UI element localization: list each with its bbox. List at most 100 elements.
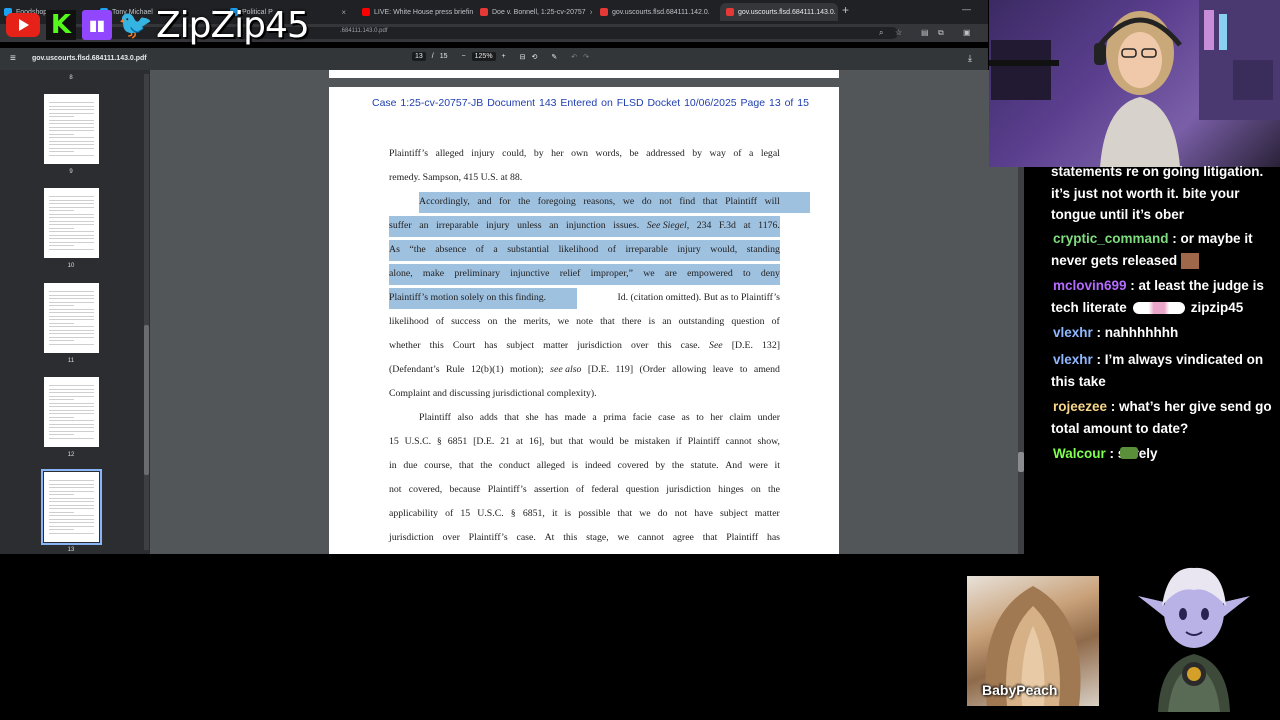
emote-label: zipzip45 (1190, 299, 1244, 315)
page-thumbnail[interactable] (44, 283, 99, 353)
chat-username[interactable]: mclovin699 (1053, 278, 1127, 293)
puzzle-icon[interactable]: ⧉ (938, 28, 944, 38)
page-word: Plaintiff (687, 436, 720, 447)
thumbnail-text-line (49, 130, 94, 131)
hamburger-menu-icon[interactable]: ≡ (10, 53, 16, 64)
page-word: 6851, (522, 508, 545, 519)
thumbnail-text-line (49, 322, 74, 324)
chat-message: vlexhr : I’m always vindicated on this t… (1051, 349, 1273, 392)
chat-username[interactable]: vlexhr (1053, 352, 1093, 367)
page-word: that (702, 532, 718, 543)
thumbnail-text-line (49, 102, 94, 103)
page-word: See (709, 340, 723, 351)
thumbnail-text-line (49, 199, 94, 201)
page-word: Plaintiff (726, 532, 759, 543)
page-word: her (551, 148, 564, 159)
zoom-level[interactable]: 125% (471, 52, 496, 61)
page-word: improper,” (590, 268, 633, 279)
thumbnail-text-line (49, 402, 94, 404)
page-word: be (629, 148, 639, 159)
page-word: has (766, 532, 780, 543)
page-word: F.3d (719, 220, 736, 231)
page-word: cannot (725, 436, 752, 447)
page-thumbnail[interactable] (44, 94, 99, 164)
extension-icon[interactable]: ▤ (921, 28, 929, 37)
page-word: preliminary (454, 268, 501, 279)
page-word: to (739, 364, 748, 375)
zoom-icon[interactable]: ⌕ (879, 28, 883, 38)
page-word: that (458, 460, 474, 471)
close-tab-icon[interactable]: × (337, 8, 350, 17)
browser-tab[interactable]: gov.uscourts.flsd.684111.143.0.× (720, 3, 838, 21)
page-word: that (600, 316, 615, 327)
page-word: irreparable (625, 244, 668, 255)
page-thumbnail[interactable] (44, 377, 99, 447)
page-word: were (748, 460, 768, 471)
page-word: 234 (696, 220, 712, 231)
page-word: not (389, 484, 402, 495)
page-word: [D.E. (587, 364, 610, 375)
page-word: under (757, 412, 780, 423)
browser-tab[interactable]: LIVE: White House press briefin× (362, 3, 474, 21)
page-word: at (515, 436, 523, 447)
undo-icon[interactable]: ↶ (571, 53, 577, 61)
thumbnail-text-line (49, 343, 94, 345)
page-word: adds (479, 412, 498, 423)
chat-message: statements re on going litigation. it’s … (1051, 161, 1273, 226)
page-word: Plaintiff (725, 196, 758, 207)
page-word: reasons, (583, 196, 616, 207)
page-word: if (675, 436, 682, 447)
page-number-input[interactable]: 13 (412, 52, 426, 61)
thumbnail-text-line (49, 119, 94, 121)
page-text-line: likelihood of success on the merits, we note tha… (389, 310, 780, 334)
thumbnail-text-line (49, 147, 94, 149)
close-tab-icon[interactable]: × (586, 8, 592, 17)
page-thumbnail[interactable] (44, 188, 99, 258)
download-icon[interactable]: ⤓ (968, 53, 972, 64)
thumbnail-text-line (49, 291, 94, 292)
fit-page-icon[interactable]: ⊟ (520, 53, 526, 61)
page-word: jurisdiction (666, 484, 711, 495)
favicon-icon (726, 8, 734, 16)
page-word: by (692, 148, 703, 159)
new-tab-button[interactable]: + (842, 3, 849, 17)
thumbnail-text-line (49, 210, 74, 211)
page-word: allowing (672, 364, 707, 375)
redo-icon[interactable]: ↷ (583, 53, 589, 61)
annotate-icon[interactable]: ✎ (551, 53, 557, 61)
rotate-icon[interactable]: ⟲ (532, 53, 538, 61)
page-word: her (710, 412, 723, 423)
browser-tab[interactable]: gov.uscourts.flsd.684111.142.0.× (600, 3, 712, 21)
close-tab-icon[interactable]: × (710, 8, 712, 17)
zoom-out-icon[interactable]: − (462, 53, 466, 60)
thumbnail-text-line (49, 487, 94, 488)
bookmark-star-icon[interactable]: ☆ (895, 28, 902, 37)
close-tab-icon[interactable]: × (473, 8, 474, 17)
browser-tab[interactable]: Doe v. Bonnell, 1:25-cv-20757 × (480, 3, 592, 21)
close-tab-icon[interactable]: × (836, 8, 838, 17)
sidepanel-icon[interactable]: ▣ (963, 28, 971, 37)
page-word: we (639, 508, 651, 519)
chat-username[interactable]: cryptic_command (1053, 231, 1169, 246)
thumbnail-text-line (49, 105, 94, 107)
page-word: could, (502, 148, 527, 159)
stream-branding: K ▮▮ 🐦 ZipZip45 (6, 4, 310, 46)
page-word: there (621, 316, 642, 327)
elf-avatar (1138, 567, 1250, 712)
page-word: injury (677, 244, 701, 255)
sidebar-scrollbar[interactable] (144, 74, 149, 550)
thumbnail-text-line (49, 434, 74, 435)
chat-username[interactable]: Walcour (1053, 446, 1106, 461)
page-text-line: alone, make preliminary injunctive relief imp… (389, 262, 780, 286)
page-word: Rule (446, 364, 465, 375)
page-thumbnail[interactable] (41, 469, 102, 545)
thumbnail-text-line (49, 144, 94, 145)
zoom-in-icon[interactable]: + (502, 53, 506, 60)
chat-username[interactable]: rojeezee (1053, 399, 1107, 414)
sidebar-scroll-thumb[interactable] (144, 325, 149, 475)
thumbnail-text-line (49, 508, 94, 509)
streamer-handle: ZipZip45 (156, 4, 310, 46)
thumbnail-text-line (49, 312, 94, 313)
minimize-icon[interactable]: — (962, 4, 971, 14)
chat-username[interactable]: vlexhr (1053, 325, 1093, 340)
